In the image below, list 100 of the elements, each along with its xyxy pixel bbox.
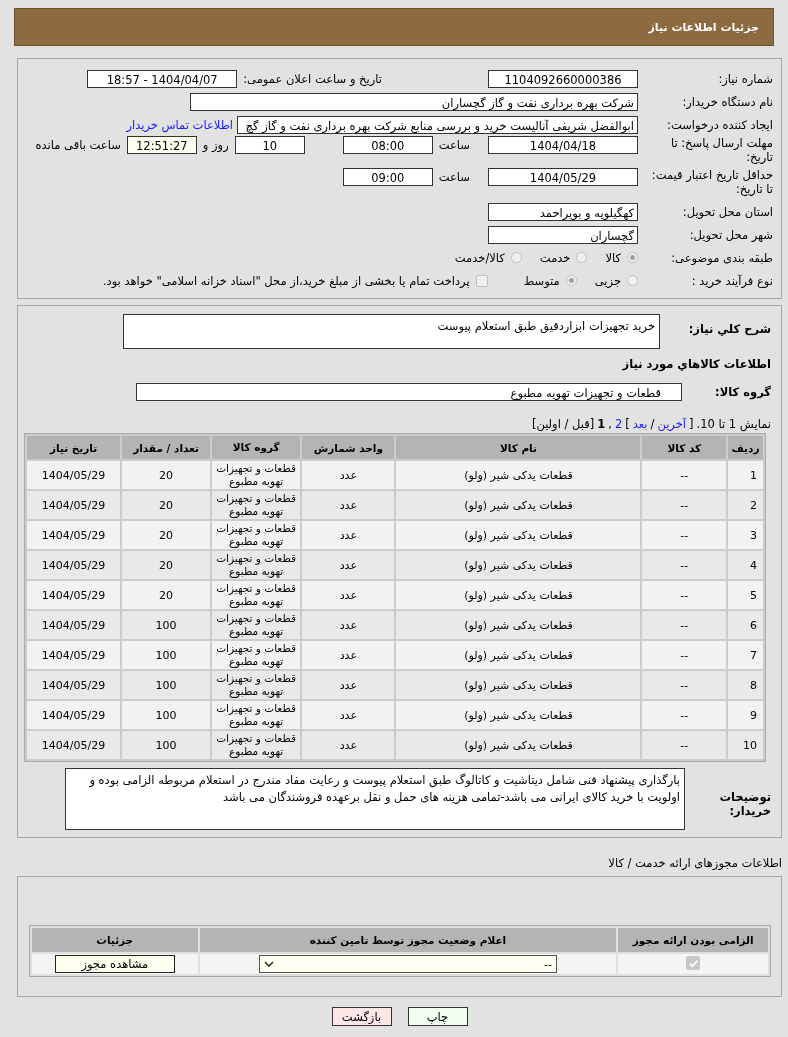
table-cell: قطعات یدکی شیر (ولو) [396, 671, 641, 699]
field-label: طبقه بندی موضوعی: [670, 250, 774, 265]
column-header: واحد شمارش [302, 436, 395, 459]
pagination-link[interactable]: بعد [632, 417, 648, 431]
status-dropdown[interactable]: -- [258, 955, 557, 973]
goods-group-field: قطعات و تجهیزات تهویه مطبوع [136, 383, 682, 401]
buyer-name-field: شرکت بهره برداری نفت و گاز گچساران [190, 92, 638, 111]
table-cell: 1 [728, 461, 763, 489]
table-cell: قطعات و تجهیزات تهویه مطبوع [212, 461, 301, 489]
table-cell: 20 [122, 581, 211, 609]
option-label: کالا [605, 250, 621, 265]
field-label: استان محل تحویل: [681, 204, 774, 219]
table-cell: عدد [302, 731, 395, 759]
column-header: گروه کالا [212, 436, 301, 459]
table-cell: 9 [728, 701, 763, 729]
field-label: شرح کلي نياز: [687, 321, 772, 336]
table-cell: 7 [728, 641, 763, 669]
table-cell: قطعات و تجهیزات تهویه مطبوع [212, 521, 301, 549]
table-cell: قطعات و تجهیزات تهویه مطبوع [212, 701, 301, 729]
buyer-contact-link[interactable]: اطلاعات تماس خریدار [126, 117, 233, 132]
field-label: گروه کالا: [714, 385, 772, 399]
field-label: توضیحات خریدار: [718, 789, 772, 818]
table-cell: قطعات یدکی شیر (ولو) [396, 731, 641, 759]
table-cell: 1404/05/29 [27, 551, 121, 579]
pagination-text: نمایش 1 تا 10. [696, 417, 771, 431]
table-cell: -- [642, 551, 727, 579]
table-cell: 100 [122, 701, 211, 729]
table-cell: قطعات یدکی شیر (ولو) [396, 551, 641, 579]
table-cell: قطعات یدکی شیر (ولو) [396, 581, 641, 609]
table-cell: -- [642, 671, 727, 699]
table-cell: 20 [122, 461, 211, 489]
pagination-link[interactable]: آخرین [657, 417, 686, 431]
table-cell: قطعات یدکی شیر (ولو) [396, 611, 641, 639]
table-cell: عدد [302, 491, 395, 519]
table-cell: قطعات و تجهیزات تهویه مطبوع [212, 491, 301, 519]
pagination-link[interactable]: 2 [614, 417, 623, 431]
table-cell: قطعات یدکی شیر (ولو) [396, 641, 641, 669]
table-cell: 8 [728, 671, 763, 699]
date-field: 1404/04/18 [488, 136, 638, 154]
option-label: جزیی [594, 273, 621, 288]
time-field: 08:00 [342, 136, 433, 154]
table-cell: -- [642, 461, 727, 489]
print-button[interactable]: چاپ [407, 1007, 468, 1026]
remaining-time-field: 12:51:27 [126, 136, 197, 154]
table-cell: 1404/05/29 [27, 521, 121, 549]
buyer-notes-field: بارگذاری پیشنهاد فنی شامل دیتاشیت و کاتالوگ طبق استعلام پیوست و رعایت مفاد مندرج در استعلام مربوطه الزامی بوده و اولویت با خرید کالای ایرانی می باشد-تمامی هزینه های حمل و نقل برعهده فروشندگان می باشد [65, 768, 685, 830]
pagination-text: , [608, 417, 612, 431]
column-header: جزئیات [32, 928, 198, 952]
column-header: تعداد / مقدار [122, 436, 211, 459]
table-cell: 1404/05/29 [27, 671, 121, 699]
table-cell: قطعات و تجهیزات تهویه مطبوع [212, 551, 301, 579]
table-cell: -- [642, 731, 727, 759]
field-label: شماره نیاز: [717, 71, 774, 86]
column-header: اعلام وضعیت مجوز توسط تامین کننده [199, 928, 617, 952]
table-cell: 1404/05/29 [27, 491, 121, 519]
field-label: تاریخ و ساعت اعلان عمومی: [242, 71, 383, 86]
table-cell: قطعات یدکی شیر (ولو) [396, 491, 641, 519]
field-label: ساعت [437, 170, 471, 184]
table-cell: قطعات و تجهیزات تهویه مطبوع [212, 731, 301, 759]
field-label: حداقل تاریخ اعتبار قیمت: تا تاریخ: [651, 168, 774, 196]
option-label: پرداخت تمام یا بخشی از مبلغ خرید،از محل "اسناد خزانه اسلامی" خواهد بود. [102, 273, 470, 288]
pagination-text: [قبل / اولین] [531, 417, 595, 431]
table-cell: عدد [302, 671, 395, 699]
field-label: شهر محل تحویل: [688, 227, 774, 242]
table-cell: -- [642, 641, 727, 669]
table-cell: -- [642, 491, 727, 519]
current-page: 1 [597, 417, 606, 431]
page-title: جزئیات اطلاعات نیاز [648, 20, 759, 34]
table-cell: قطعات و تجهیزات تهویه مطبوع [212, 581, 301, 609]
requester-field: ابوالفضل شریفی آنالیست خرید و بررسی منابع شرکت بهره برداری نفت و گاز گچ [237, 115, 638, 134]
table-cell: 1404/05/29 [27, 641, 121, 669]
pagination-text: ] [625, 417, 630, 431]
pagination-text: / [650, 417, 655, 431]
table-cell: 100 [122, 611, 211, 639]
table-cell: 20 [122, 491, 211, 519]
table-cell: 4 [728, 551, 763, 579]
field-label: روز و [201, 138, 230, 152]
pagination-text: [ [689, 417, 694, 431]
table-cell: قطعات و تجهیزات تهویه مطبوع [212, 611, 301, 639]
section-title: اطلاعات مجوزهای ارائه خدمت / کالا [607, 856, 782, 870]
option-label: کالا/خدمت [454, 250, 505, 265]
option-label: متوسط [523, 273, 560, 288]
table-cell: عدد [302, 701, 395, 729]
table-cell: 1404/05/29 [27, 461, 121, 489]
back-button[interactable]: بازگشت [331, 1007, 392, 1026]
table-cell: 100 [122, 641, 211, 669]
table-cell: قطعات یدکی شیر (ولو) [396, 461, 641, 489]
table-cell: عدد [302, 641, 395, 669]
table-cell: 1404/05/29 [27, 701, 121, 729]
table-cell: -- [642, 521, 727, 549]
field-label: نام دستگاه خریدار: [681, 94, 774, 109]
table-cell: -- [642, 701, 727, 729]
view-license-button[interactable]: مشاهده مجوز [54, 955, 175, 973]
table-cell: -- [642, 611, 727, 639]
table-cell: عدد [302, 521, 395, 549]
table-cell: عدد [302, 551, 395, 579]
table-cell: 2 [728, 491, 763, 519]
column-header: نام کالا [396, 436, 641, 459]
table-cell: 1404/05/29 [27, 581, 121, 609]
field-label: نوع فرآیند خرید : [690, 273, 774, 288]
